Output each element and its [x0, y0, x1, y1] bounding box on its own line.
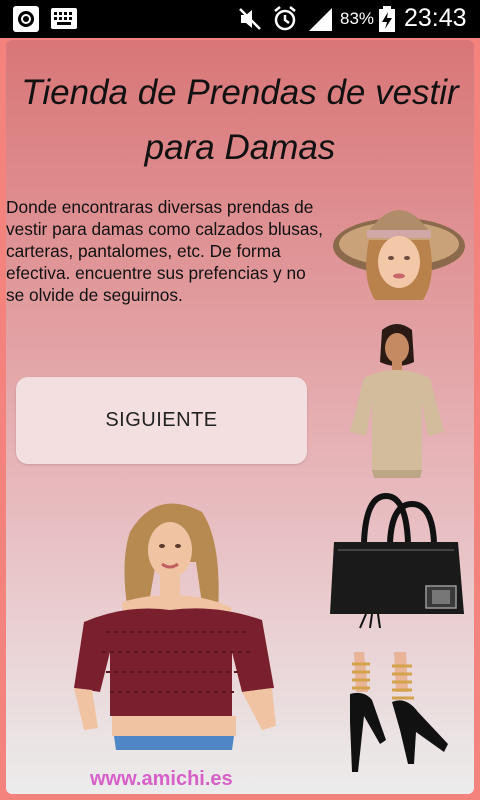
clock: 23:43 [404, 4, 467, 32]
woman-sweater-image [350, 324, 444, 478]
app-screen: Tienda de Prendas de vestir para Damas D… [6, 40, 474, 794]
battery-charging-icon [379, 6, 395, 32]
high-heels-image [350, 652, 448, 772]
status-bar: 83% 23:43 [0, 0, 480, 38]
woman-burgundy-blouse-image [74, 503, 276, 750]
title-line-1: Tienda de Prendas de vestir [21, 73, 459, 112]
footer-link[interactable]: www.amichi.es [90, 768, 233, 791]
keyboard-icon [51, 8, 77, 29]
target-icon [13, 6, 39, 32]
signal-icon [309, 8, 332, 31]
next-button[interactable]: SIGUIENTE [16, 377, 307, 464]
title-line-2: para Damas [144, 128, 336, 167]
mute-icon [239, 8, 261, 30]
black-handbag-image [330, 492, 464, 629]
battery-percentage: 83% [340, 9, 375, 28]
alarm-icon [274, 6, 296, 31]
woman-hat-image [333, 210, 465, 300]
page-title: Tienda de Prendas de vestir para Damas [6, 65, 474, 175]
description-text: Donde encontraras diversas prendas de ve… [6, 197, 323, 305]
